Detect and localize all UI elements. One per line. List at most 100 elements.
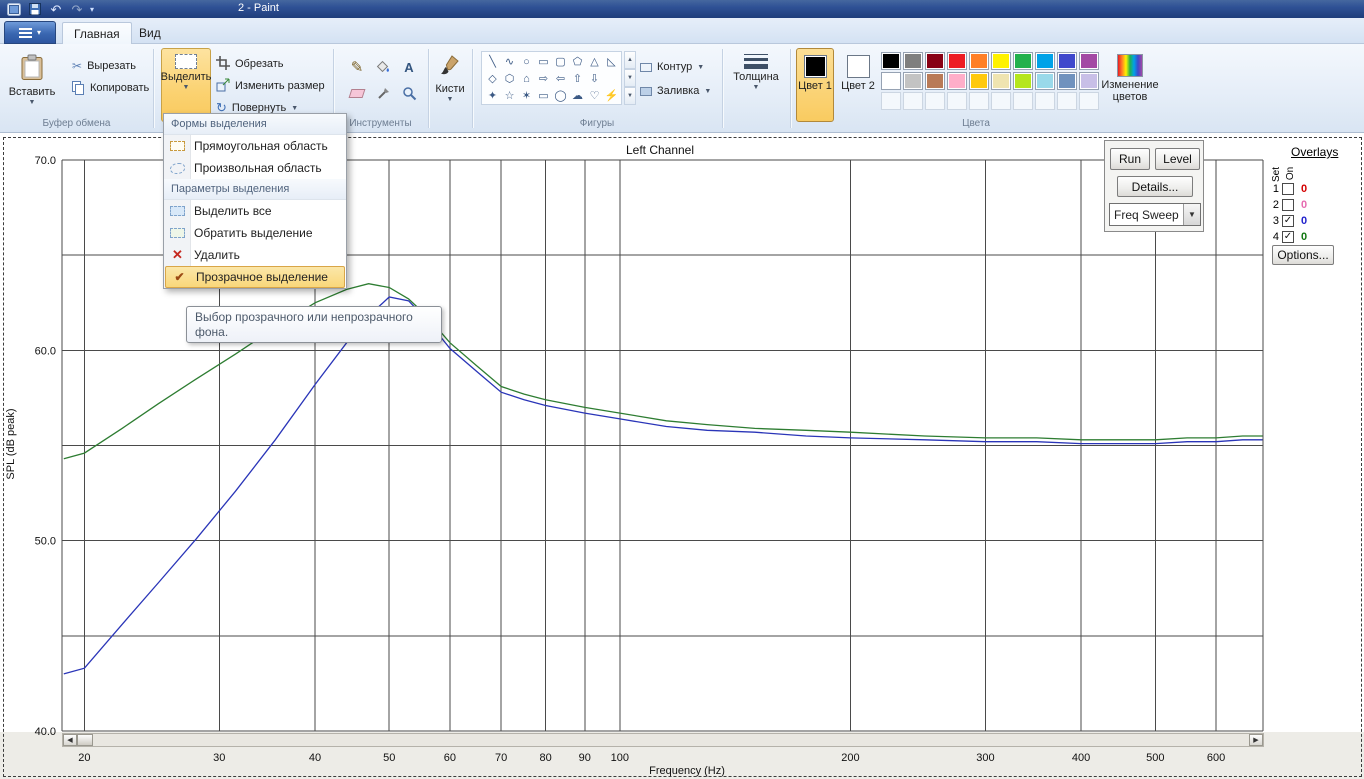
- overlay-checkbox[interactable]: [1282, 199, 1294, 211]
- shape-tool[interactable]: ⇩: [586, 70, 603, 87]
- brushes-button[interactable]: Кисти ▼: [430, 48, 470, 122]
- scroll-down-icon[interactable]: ▼: [624, 69, 636, 87]
- menu-item-delete[interactable]: ✕ Удалить: [164, 244, 346, 266]
- overlay-checkbox[interactable]: ✓: [1282, 231, 1294, 243]
- select-button[interactable]: Выделить ▼: [161, 48, 211, 122]
- tab-home[interactable]: Главная: [62, 22, 132, 44]
- palette-color-swatch[interactable]: [903, 72, 923, 90]
- shape-tool[interactable]: ☁: [569, 87, 586, 104]
- palette-color-swatch[interactable]: [991, 52, 1011, 70]
- color2-tile[interactable]: Цвет 2: [839, 48, 877, 122]
- shape-tool[interactable]: ▭: [535, 53, 552, 70]
- paste-button[interactable]: Вставить ▼: [8, 48, 56, 122]
- magnifier-tool[interactable]: [396, 80, 422, 106]
- shape-tool[interactable]: ✶: [518, 87, 535, 104]
- palette-empty-slot[interactable]: [1013, 92, 1033, 110]
- shape-tool[interactable]: ╲: [484, 53, 501, 70]
- palette-color-swatch[interactable]: [1013, 72, 1033, 90]
- palette-color-swatch[interactable]: [969, 72, 989, 90]
- palette-empty-slot[interactable]: [925, 92, 945, 110]
- eraser-tool[interactable]: [344, 80, 370, 106]
- palette-color-swatch[interactable]: [1057, 52, 1077, 70]
- tab-view[interactable]: Вид: [128, 22, 172, 44]
- scrollbar-track[interactable]: [93, 734, 1249, 746]
- palette-color-swatch[interactable]: [903, 52, 923, 70]
- scrollbar-thumb[interactable]: [77, 734, 93, 746]
- palette-color-swatch[interactable]: [925, 52, 945, 70]
- shape-tool[interactable]: ⇧: [569, 70, 586, 87]
- shape-tool[interactable]: ⇦: [552, 70, 569, 87]
- palette-color-swatch[interactable]: [1079, 52, 1099, 70]
- shape-tool[interactable]: △: [586, 53, 603, 70]
- shape-tool[interactable]: ☆: [501, 87, 518, 104]
- scroll-right-icon[interactable]: ▶: [1249, 734, 1263, 746]
- paint-logo-icon[interactable]: [6, 2, 22, 17]
- palette-color-swatch[interactable]: [991, 72, 1011, 90]
- shape-tool[interactable]: ◯: [552, 87, 569, 104]
- details-button[interactable]: Details...: [1117, 176, 1193, 197]
- palette-empty-slot[interactable]: [881, 92, 901, 110]
- shape-outline-button[interactable]: Контур ▼: [640, 57, 704, 77]
- overlay-checkbox[interactable]: ✓: [1282, 215, 1294, 227]
- shape-tool[interactable]: ⬡: [501, 70, 518, 87]
- pencil-tool[interactable]: ✎: [344, 54, 370, 80]
- shape-tool[interactable]: ◺: [603, 53, 620, 70]
- palette-color-swatch[interactable]: [947, 72, 967, 90]
- size-button[interactable]: Толщина ▼: [728, 48, 784, 122]
- resize-button[interactable]: Изменить размер: [216, 76, 325, 96]
- color-picker-tool[interactable]: [370, 80, 396, 106]
- level-button[interactable]: Level: [1155, 148, 1200, 170]
- run-button[interactable]: Run: [1110, 148, 1150, 170]
- palette-color-swatch[interactable]: [1079, 72, 1099, 90]
- palette-color-swatch[interactable]: [947, 52, 967, 70]
- palette-color-swatch[interactable]: [1035, 72, 1055, 90]
- menu-item-freeform-selection[interactable]: Произвольная область: [164, 157, 346, 179]
- palette-empty-slot[interactable]: [969, 92, 989, 110]
- copy-button[interactable]: Копировать: [72, 78, 149, 98]
- menu-item-select-all[interactable]: Выделить все: [164, 200, 346, 222]
- shape-tool[interactable]: ▢: [552, 53, 569, 70]
- shape-tool[interactable]: ◇: [484, 70, 501, 87]
- shape-tool[interactable]: ▭: [535, 87, 552, 104]
- fill-tool[interactable]: [370, 54, 396, 80]
- options-button[interactable]: Options...: [1272, 245, 1334, 265]
- palette-color-swatch[interactable]: [881, 52, 901, 70]
- shape-tool[interactable]: ⇨: [535, 70, 552, 87]
- palette-empty-slot[interactable]: [947, 92, 967, 110]
- palette-color-swatch[interactable]: [969, 52, 989, 70]
- menu-item-rectangular-selection[interactable]: Прямоугольная область: [164, 135, 346, 157]
- palette-color-swatch[interactable]: [1013, 52, 1033, 70]
- crop-button[interactable]: Обрезать: [216, 54, 284, 74]
- palette-empty-slot[interactable]: [1079, 92, 1099, 110]
- palette-empty-slot[interactable]: [903, 92, 923, 110]
- redo-icon[interactable]: ↷: [69, 2, 85, 17]
- palette-empty-slot[interactable]: [1035, 92, 1055, 110]
- edit-colors-button[interactable]: Изменение цветов: [1098, 48, 1162, 122]
- palette-empty-slot[interactable]: [1057, 92, 1077, 110]
- palette-color-swatch[interactable]: [1057, 72, 1077, 90]
- text-tool[interactable]: A: [396, 54, 422, 80]
- shape-tool[interactable]: ⚡: [603, 87, 620, 104]
- shape-tool[interactable]: ♡: [586, 87, 603, 104]
- menu-item-invert-selection[interactable]: Обратить выделение: [164, 222, 346, 244]
- scroll-up-icon[interactable]: ▲: [624, 51, 636, 69]
- cut-button[interactable]: ✂ Вырезать: [72, 56, 136, 76]
- palette-empty-slot[interactable]: [991, 92, 1011, 110]
- shape-tool[interactable]: ⬠: [569, 53, 586, 70]
- palette-color-swatch[interactable]: [881, 72, 901, 90]
- save-icon[interactable]: [27, 2, 43, 17]
- shape-tool[interactable]: ○: [518, 53, 535, 70]
- undo-icon[interactable]: ↶: [48, 2, 64, 17]
- color1-tile[interactable]: Цвет 1: [796, 48, 834, 122]
- signal-type-combobox[interactable]: Freq Sweep ▼: [1109, 203, 1201, 226]
- shape-fill-button[interactable]: Заливка ▼: [640, 81, 711, 101]
- overlay-checkbox[interactable]: [1282, 183, 1294, 195]
- gallery-expand-icon[interactable]: ▼: [624, 87, 636, 105]
- menu-item-transparent-selection[interactable]: ✔ Прозрачное выделение: [165, 266, 345, 288]
- scroll-left-icon[interactable]: ◀: [63, 734, 77, 746]
- palette-color-swatch[interactable]: [1035, 52, 1055, 70]
- shape-tool[interactable]: ✦: [484, 87, 501, 104]
- qat-dropdown-icon[interactable]: ▾: [90, 5, 94, 14]
- chart-horizontal-scrollbar[interactable]: ◀ ▶: [62, 733, 1264, 747]
- shape-tool[interactable]: ∿: [501, 53, 518, 70]
